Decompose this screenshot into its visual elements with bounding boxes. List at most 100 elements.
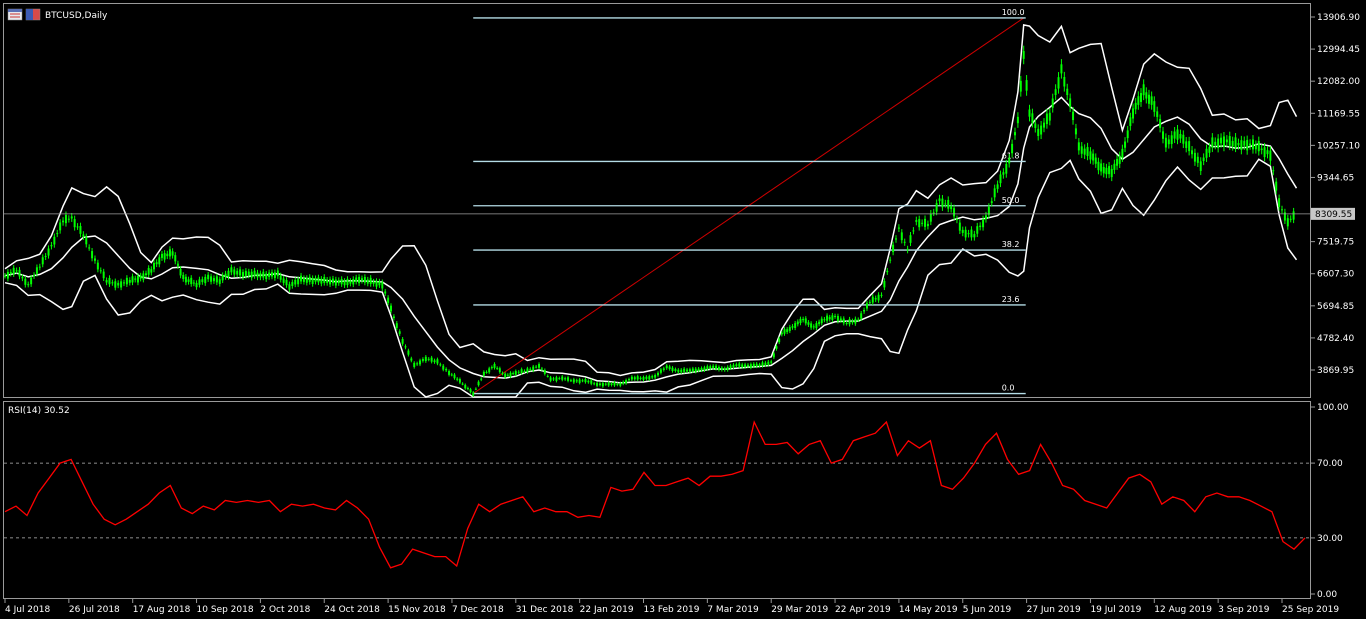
candle-body [262,271,265,278]
candle-body [108,277,111,285]
candle-body [82,234,85,237]
candle-body [555,377,558,381]
candle-body [1037,128,1040,136]
candle-body [783,329,786,334]
candle-body [778,338,781,343]
candle-body [706,366,709,370]
candle-body [250,271,253,278]
candle-body [584,379,587,383]
candle-body [282,278,285,283]
candle-body [738,363,741,367]
candle-body [935,203,938,212]
candle-body [622,381,625,384]
fib-level-label: 50.0 [1002,196,1020,205]
symbol-title: BTCUSD,Daily [45,11,108,21]
candle-body [398,331,401,334]
candle-body [610,383,613,386]
candle-body [285,279,288,286]
candle-body [836,315,839,322]
candle-body [4,275,6,277]
candle-body [993,188,996,198]
price-tick-label: 13906.90 [1317,13,1360,23]
candle-body [184,276,187,283]
candle-body [1208,146,1211,153]
candle-body [744,364,747,368]
candle-body [139,275,142,279]
candle-body [1057,77,1060,89]
candle-body [122,282,125,284]
price-tick-label: 4782.40 [1317,334,1354,344]
candle-body [984,215,987,220]
candle-body [796,321,799,325]
candle-body [413,362,416,367]
candle-body [703,367,706,371]
candle-body [886,270,889,273]
candle-body [1243,140,1246,146]
candle-body [1072,111,1075,121]
candle-body [273,272,276,278]
date-tick-label: 25 Sep 2019 [1282,605,1339,615]
candle-body [598,383,601,386]
candle-body [24,278,27,285]
candle-body [1137,96,1140,105]
candle-body [820,318,823,324]
candle-body [642,377,645,380]
candle-body [552,378,555,380]
candle-body [1129,117,1132,126]
fib-level-label: 38.2 [1002,240,1020,249]
candle-body [964,229,967,238]
candle-body [897,227,900,229]
candle-body [424,356,427,362]
candle-body [349,280,352,284]
candle-body [268,272,271,277]
candle-body [1028,109,1031,117]
candle-body [619,383,622,386]
candle-body [955,218,958,220]
candle-body [142,273,145,280]
price-pane-frame [3,3,1311,398]
candle-body [363,277,366,283]
candle-body [1214,141,1217,145]
candle-body [504,373,507,378]
candle-body [390,305,393,312]
candle-body [854,318,857,324]
candle-body [329,279,332,285]
candle-body [288,284,291,290]
candle-body [439,364,442,366]
candle-body [195,282,198,288]
candle-body [780,332,783,335]
candle-body [445,368,448,371]
candle-body [1220,137,1223,144]
candle-body [47,248,50,256]
candle-body [823,319,826,321]
candle-body [1179,134,1182,139]
candle-body [723,368,726,371]
candle-body [212,278,215,282]
candle-body [9,272,12,274]
candle-body [1080,146,1083,154]
candle-body [746,364,749,367]
rsi-pane-frame [3,401,1311,599]
current-price-label: 8309.55 [1315,210,1352,220]
candle-body [1269,150,1272,161]
candle-body [427,358,430,360]
candle-body [1266,150,1269,155]
candle-body [786,329,789,332]
candle-body [1278,198,1281,207]
candle-body [448,371,451,375]
candle-body [1173,131,1176,139]
candle-body [18,269,21,277]
candle-body [1102,166,1105,174]
rsi-label: RSI(14) 30.52 [8,406,70,416]
candle-body [953,208,956,217]
candle-body [691,368,694,372]
candle-body [477,381,480,386]
candle-body [929,213,932,222]
candle-body [221,275,224,281]
candle-body [512,373,515,375]
candle-body [587,380,590,383]
candle-body [1153,101,1156,112]
candle-body [973,234,976,238]
candle-body [764,362,767,366]
candle-body [430,357,433,362]
